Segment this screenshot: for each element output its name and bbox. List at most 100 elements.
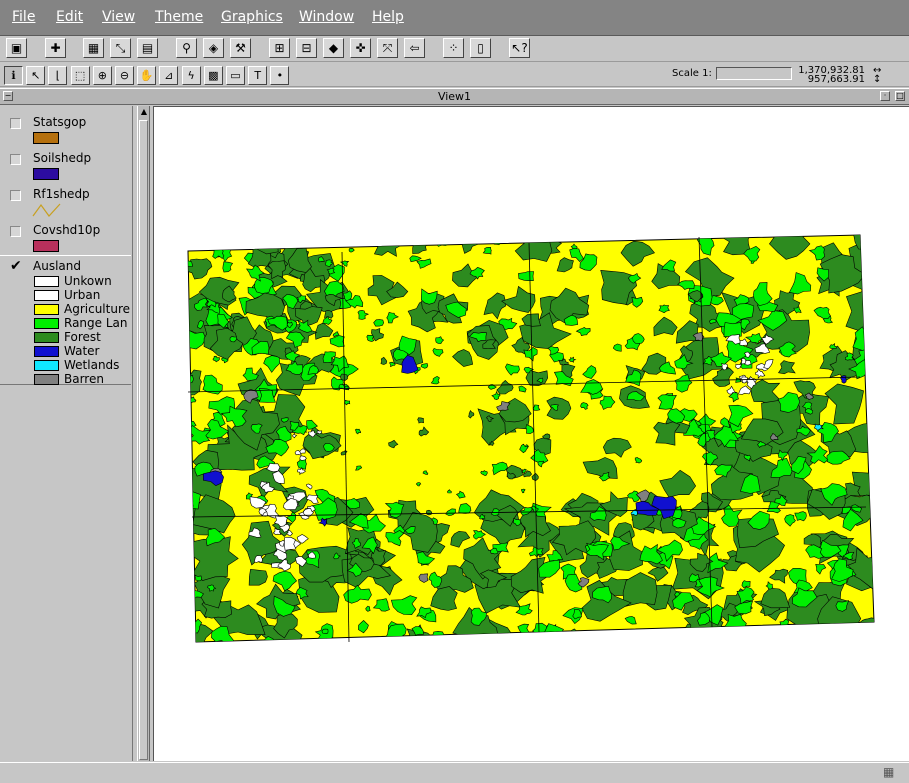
resize-grip-icon[interactable]: ▦ <box>883 765 899 779</box>
land-patch <box>656 628 671 641</box>
select-by-graphic-button[interactable]: ⁘ <box>443 38 464 58</box>
legend-class-label: Barren <box>64 372 104 386</box>
measure-tool-button[interactable]: ⊿ <box>159 66 179 85</box>
save-button[interactable]: ▣ <box>6 38 27 58</box>
theme-visibility-checkbox[interactable] <box>10 190 21 201</box>
land-patch <box>682 623 716 642</box>
legend-class-label: Range Lan <box>64 316 128 330</box>
zoom-out-tool-button[interactable]: ⊖ <box>115 66 134 85</box>
theme-properties-button[interactable]: ▦ <box>83 38 104 58</box>
select-by-graphic-icon: ⁘ <box>448 41 459 55</box>
query-builder-button[interactable]: ⚒ <box>230 38 251 58</box>
vertex-edit-tool-button[interactable]: ⌊ <box>48 66 68 85</box>
pointer-tool-icon: ↖ <box>31 69 41 82</box>
zoom-active-themes-button[interactable]: ⊟ <box>296 38 317 58</box>
theme-visibility-checkbox[interactable]: ✔ <box>10 259 22 273</box>
zoom-in-tool-button[interactable]: ⊕ <box>92 66 112 85</box>
land-patch <box>373 319 385 327</box>
find-icon: ⚲ <box>182 41 191 55</box>
legend-class-label: Urban <box>64 288 101 302</box>
vertex-edit-tool-icon: ⌊ <box>55 69 61 82</box>
area-of-interest-tool-button[interactable]: ▩ <box>203 66 223 85</box>
add-theme-button[interactable]: ✚ <box>45 38 66 58</box>
locate-address-icon: ◈ <box>208 41 219 55</box>
land-patch <box>472 237 481 244</box>
menu-edit[interactable]: Edit <box>56 9 83 25</box>
legend-class-label: Forest <box>64 330 101 344</box>
open-table-button[interactable]: ▤ <box>137 38 158 58</box>
theme-visibility-checkbox[interactable] <box>10 226 21 237</box>
zoom-out-fixed-icon: ⤧ <box>382 40 393 55</box>
legend-class-swatch <box>34 304 59 315</box>
land-patch <box>194 575 203 582</box>
land-patch <box>417 417 424 424</box>
theme-visibility-checkbox[interactable] <box>10 154 21 165</box>
menu-graphics[interactable]: Graphics <box>221 9 283 25</box>
hotlink-tool-button[interactable]: ϟ <box>181 66 201 85</box>
theme-name: Covshd10p <box>33 223 101 237</box>
locate-address-button[interactable]: ◈ <box>203 38 224 58</box>
legend-class-label: Wetlands <box>64 358 120 372</box>
zoom-full-extent-button[interactable]: ⊞ <box>269 38 290 58</box>
menu-view[interactable]: View <box>102 9 135 25</box>
select-feature-tool-icon: ⬚ <box>74 69 86 82</box>
theme-visibility-checkbox[interactable] <box>10 118 21 129</box>
menu-theme[interactable]: Theme <box>155 9 203 25</box>
zoom-in-tool-icon: ⊕ <box>97 69 107 82</box>
maximize-icon[interactable]: □ <box>895 91 905 101</box>
theme-name: Soilshedp <box>33 151 92 165</box>
zoom-previous-icon: ⇦ <box>409 41 420 55</box>
zoom-out-fixed-button[interactable]: ⤧ <box>377 38 398 58</box>
toc-scrollbar[interactable]: ▲ <box>137 106 150 761</box>
text-tool-button[interactable]: T <box>248 66 268 85</box>
scroll-thumb[interactable] <box>139 120 148 760</box>
land-patch <box>361 239 372 247</box>
menu-help[interactable]: Help <box>372 9 404 25</box>
land-patch <box>390 636 400 642</box>
land-patch <box>321 628 329 635</box>
minimize-icon[interactable]: · <box>880 91 890 101</box>
edit-legend-button[interactable]: ⤡ <box>110 38 131 58</box>
legend-class: Agriculture <box>34 302 134 317</box>
pan-tool-button[interactable]: ✋ <box>137 66 157 85</box>
land-patch <box>432 630 445 642</box>
map-display[interactable] <box>153 106 909 761</box>
pan-tool-icon: ✋ <box>139 69 154 82</box>
y-coordinate: 957,663.91 <box>807 74 865 85</box>
land-patch <box>369 235 389 247</box>
land-patch <box>455 236 466 245</box>
zoom-selected-button[interactable]: ◆ <box>323 38 344 58</box>
edit-legend-icon: ⤡ <box>115 40 126 55</box>
zoom-in-fixed-button[interactable]: ✜ <box>350 38 371 58</box>
draw-point-tool-button[interactable]: • <box>270 66 290 85</box>
help-icon: ↖? <box>511 41 528 55</box>
pointer-tool-button[interactable]: ↖ <box>26 66 46 85</box>
menu-window[interactable]: Window <box>299 9 354 25</box>
land-patch <box>460 641 471 642</box>
legend-class-swatch <box>34 346 59 357</box>
land-patch <box>188 502 194 511</box>
button-bar: ▣ ✚ ▦ ⤡ ▤ ⚲ ◈ ⚒ ⊞ ⊟ ◆ ✜ ⤧ ⇦ ⁘ ▯ ↖? <box>0 36 909 62</box>
legend-class-swatch <box>34 276 59 287</box>
select-feature-tool-button[interactable]: ⬚ <box>70 66 90 85</box>
find-button[interactable]: ⚲ <box>176 38 197 58</box>
label-tool-button[interactable]: ▭ <box>226 66 245 85</box>
text-tool-icon: T <box>254 69 262 82</box>
help-button[interactable]: ↖? <box>509 38 530 58</box>
land-patch <box>378 235 395 242</box>
legend-class: Wetlands <box>34 358 134 373</box>
menu-bar: File Edit View Theme Graphics Window Hel… <box>0 0 909 36</box>
clear-selected-button[interactable]: ▯ <box>470 38 491 58</box>
table-of-contents: Statsgop Soilshedp Rf1shedp Covshd10p ✔ Ausla… <box>0 106 133 761</box>
identify-tool-button[interactable]: ℹ <box>4 66 23 85</box>
menu-file[interactable]: File <box>12 9 35 25</box>
scroll-up-arrow-icon[interactable]: ▲ <box>139 107 149 118</box>
legend-class-swatch <box>34 318 59 329</box>
theme-fill-symbol <box>33 168 59 180</box>
zoom-previous-button[interactable]: ⇦ <box>404 38 425 58</box>
theme-name: Ausland <box>33 259 81 273</box>
scale-input[interactable] <box>716 67 792 80</box>
legend-class: Forest <box>34 330 134 345</box>
land-patch <box>188 369 202 396</box>
land-patch <box>324 309 334 319</box>
